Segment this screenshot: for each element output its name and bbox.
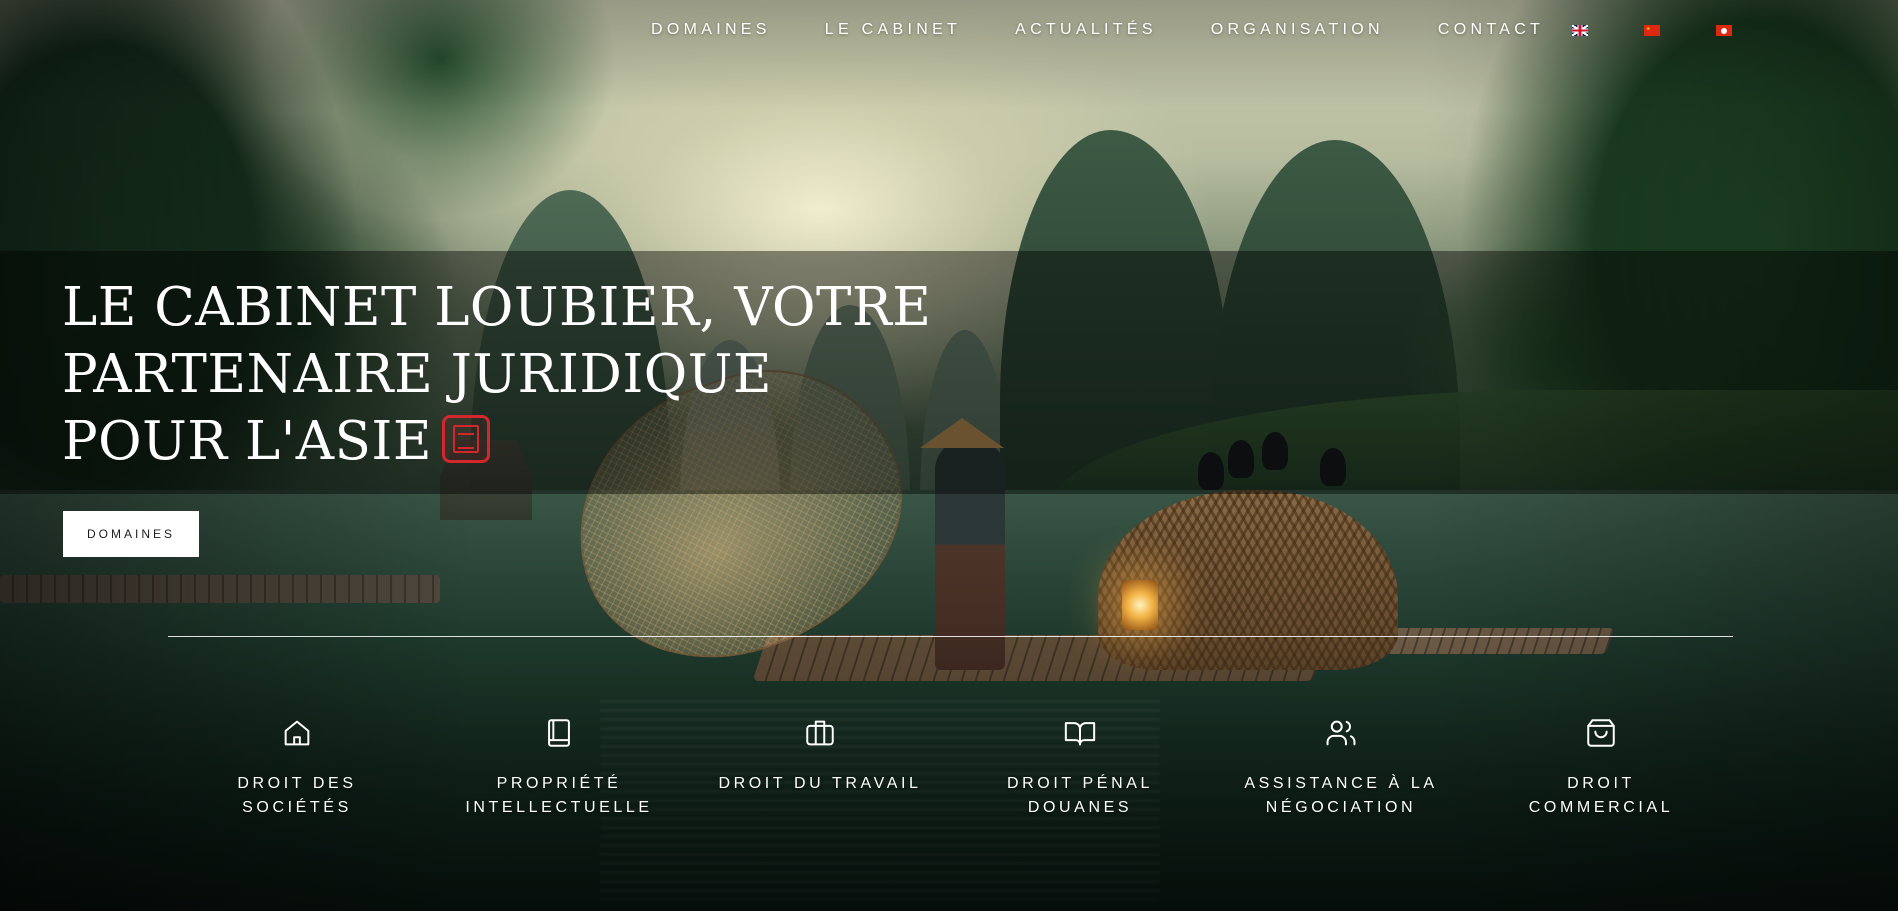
hero-title-line: PARTENAIRE JURIDIQUE [62, 344, 773, 405]
practice-area-label: DROIT PÉNAL DOUANES [1007, 775, 1153, 816]
domaines-button[interactable]: DOMAINES [63, 511, 199, 557]
main-navigation: DOMAINES LE CABINET ACTUALITÉS ORGANISAT… [651, 18, 1733, 42]
uk-flag-icon[interactable] [1572, 24, 1589, 36]
nav-link-actualites[interactable]: ACTUALITÉS [1015, 21, 1157, 39]
nav-link-contact[interactable]: CONTACT [1438, 21, 1544, 39]
hero-title-line-last: POUR L'ASIE [62, 408, 962, 475]
briefcase-icon [803, 716, 837, 750]
practice-area-label: PROPRIÉTÉ INTELLECTUELLE [465, 775, 653, 816]
practice-area-droit-commercial[interactable]: DROIT COMMERCIAL [1481, 716, 1721, 820]
hero-title: LE CABINET LOUBIER, VOTRE PARTENAIRE JUR… [62, 274, 962, 475]
hero-title-line: LE CABINET LOUBIER, VOTRE [62, 277, 932, 338]
practice-area-droit-penal-douanes[interactable]: DROIT PÉNAL DOUANES [960, 716, 1200, 820]
red-seal-icon [442, 415, 491, 463]
practice-area-label: DROIT DES SOCIÉTÉS [237, 775, 357, 816]
practice-area-propriete-intellectuelle[interactable]: PROPRIÉTÉ INTELLECTUELLE [439, 716, 679, 820]
nav-link-domaines[interactable]: DOMAINES [651, 21, 771, 39]
hong-kong-flag-icon[interactable] [1716, 24, 1733, 36]
practice-area-label: DROIT DU TRAVAIL [718, 775, 922, 792]
divider-line [168, 636, 1733, 637]
hero-title-text: POUR L'ASIE [62, 411, 433, 472]
practice-area-label: ASSISTANCE À LA NÉGOCIATION [1244, 775, 1438, 816]
users-icon [1324, 716, 1358, 750]
shopping-bag-icon [1584, 716, 1618, 750]
practice-area-droit-du-travail[interactable]: DROIT DU TRAVAIL [700, 716, 940, 796]
practice-area-label: DROIT COMMERCIAL [1528, 775, 1674, 816]
book-icon [542, 716, 576, 750]
practice-area-droit-des-societes[interactable]: DROIT DES SOCIÉTÉS [177, 716, 417, 820]
nav-link-le-cabinet[interactable]: LE CABINET [825, 21, 961, 39]
practice-area-assistance-negociation[interactable]: ASSISTANCE À LA NÉGOCIATION [1221, 716, 1461, 820]
open-book-icon [1063, 716, 1097, 750]
nav-link-organisation[interactable]: ORGANISATION [1211, 21, 1384, 39]
china-flag-icon[interactable] [1644, 24, 1661, 36]
home-icon [280, 716, 314, 750]
